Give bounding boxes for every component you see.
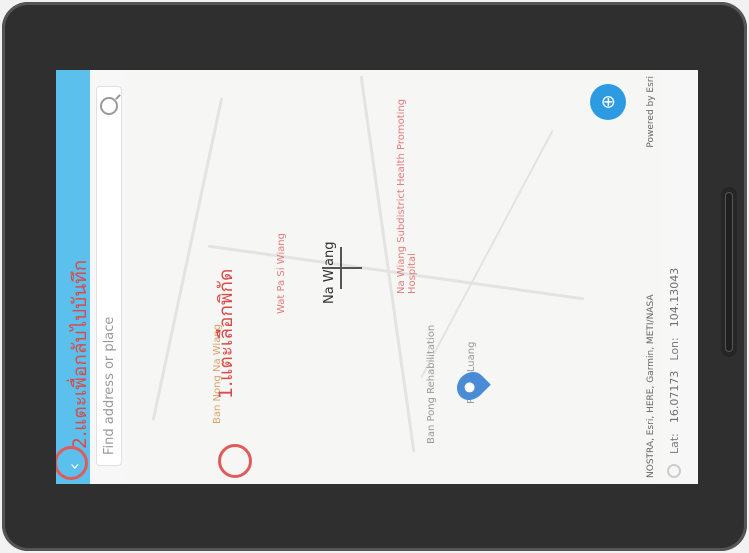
map-app: ‹ Find address or place + − ⌂ (56, 70, 698, 484)
place-label: Na Wiang Subdistrict Health Promoting Ho… (396, 98, 418, 294)
search-placeholder: Find address or place (101, 316, 117, 455)
attribution-powered: Powered by Esri (646, 76, 656, 148)
search-icon[interactable] (100, 97, 118, 115)
place-label: Ban Pong Rehabilitation (426, 324, 437, 444)
annotation-step2: 2.แตะเพื่อกลับไปบันทึก (69, 259, 91, 449)
map-attribution: NOSTRA, Esri, HERE, Garmin, METI/NASA Po… (646, 70, 662, 484)
map-canvas[interactable]: Ban Nong Na Wiang Wat Pa Si Wiang Na Wia… (126, 70, 686, 484)
search-input[interactable]: Find address or place (96, 86, 122, 466)
lon-value: 104.13043 (667, 267, 681, 328)
location-icon[interactable] (667, 464, 681, 478)
add-location-button[interactable]: ⊕ (590, 84, 626, 120)
device-screen: ‹ Find address or place + − ⌂ (56, 70, 698, 484)
tablet-home-button (721, 187, 737, 357)
annotation-circle-locate (218, 444, 252, 478)
lat-label: Lat: (667, 433, 681, 454)
tablet-frame: ‹ Find address or place + − ⌂ (2, 2, 747, 551)
attribution-sources: NOSTRA, Esri, HERE, Garmin, METI/NASA (646, 294, 656, 479)
center-place-label: Na Wiang (322, 241, 337, 304)
location-pin-icon[interactable] (451, 366, 491, 406)
crosshair-icon (322, 267, 362, 269)
annotation-step1: 1.แตะเลือกพิกัด (215, 268, 237, 399)
lat-value: 16.07173 (667, 370, 681, 424)
coordinate-bar: Lat: 16.07173 Lon: 104.13043 (662, 70, 686, 484)
place-label: Wat Pa Si Wiang (276, 233, 287, 314)
lon-label: Lon: (667, 337, 681, 361)
road (420, 129, 554, 379)
